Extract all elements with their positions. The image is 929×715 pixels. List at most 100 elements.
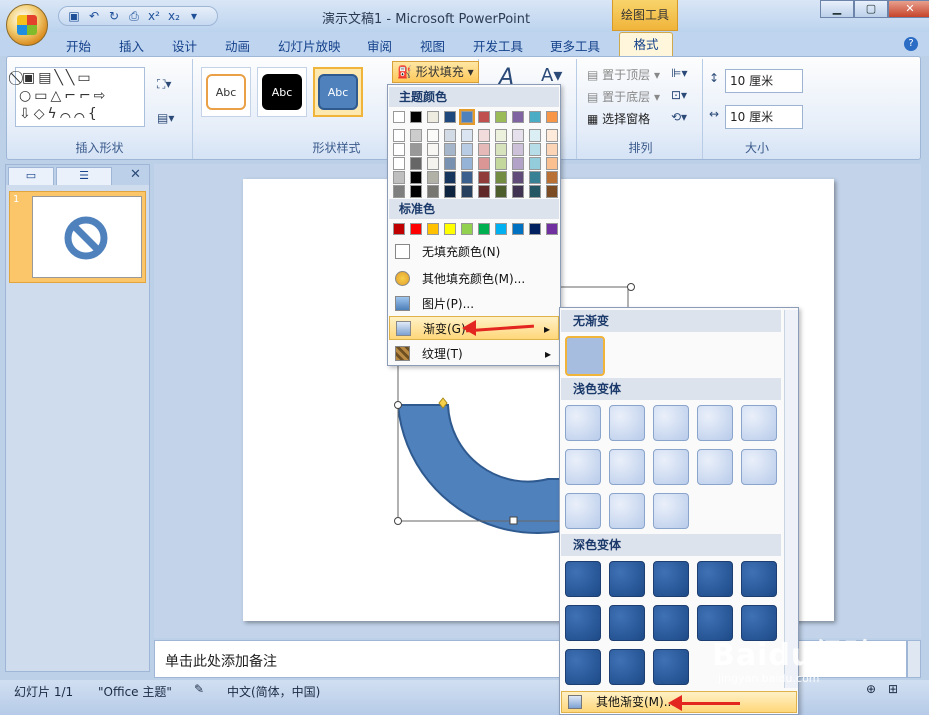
edit-shape-icon[interactable]: ⛶▾ (157, 77, 171, 92)
theme-color-shade[interactable] (529, 129, 541, 142)
more-colors-item[interactable]: 其他填充颜色(M)... (389, 267, 559, 291)
theme-color-shade[interactable] (444, 157, 456, 170)
slide-thumbnail[interactable]: 1 (9, 191, 146, 283)
theme-color-shade[interactable] (478, 171, 490, 184)
light-gradient-swatch[interactable] (741, 405, 777, 441)
dark-gradient-swatch[interactable] (609, 649, 645, 685)
light-gradient-swatch[interactable] (609, 405, 645, 441)
textbox-icon[interactable]: ▤▾ (157, 111, 174, 125)
no-fill-item[interactable]: 无填充颜色(N) (389, 240, 559, 264)
dark-gradient-swatch[interactable] (565, 649, 601, 685)
theme-color-shade[interactable] (512, 143, 524, 156)
theme-color-shade[interactable] (410, 157, 422, 170)
theme-color-shade[interactable] (427, 129, 439, 142)
theme-color-shade[interactable] (393, 157, 405, 170)
notes-scrollbar[interactable] (907, 640, 921, 678)
light-gradient-swatch[interactable] (565, 449, 601, 485)
theme-color-shade[interactable] (495, 129, 507, 142)
theme-color-shade[interactable] (512, 157, 524, 170)
theme-color-swatch[interactable] (393, 111, 405, 123)
spellcheck-icon[interactable]: ✎ (194, 682, 204, 696)
fit-window-icon[interactable]: ⊞ (888, 682, 898, 696)
dark-gradient-swatch[interactable] (741, 561, 777, 597)
help-icon[interactable]: ? (904, 37, 918, 51)
dark-gradient-swatch[interactable] (609, 605, 645, 641)
tab-design[interactable]: 设计 (172, 36, 197, 55)
theme-color-shade[interactable] (495, 171, 507, 184)
resize-handle[interactable] (627, 283, 635, 291)
maximize-button[interactable]: ▢ (854, 0, 888, 18)
undo-icon[interactable]: ↶ (87, 9, 101, 23)
theme-color-swatch[interactable] (512, 111, 524, 123)
style-white-orange[interactable]: Abc (201, 67, 251, 117)
texture-item[interactable]: 纹理(T) ▸ (389, 342, 559, 366)
tab-home[interactable]: 开始 (66, 36, 91, 55)
theme-color-swatch[interactable] (410, 111, 422, 123)
tab-developer[interactable]: 开发工具 (473, 36, 523, 55)
theme-color-swatch[interactable] (495, 111, 507, 123)
tab-more-tools[interactable]: 更多工具 (550, 36, 600, 55)
dark-gradient-swatch[interactable] (653, 561, 689, 597)
tab-review[interactable]: 审阅 (367, 36, 392, 55)
theme-color-swatch[interactable] (459, 109, 475, 125)
theme-color-shade[interactable] (461, 143, 473, 156)
tab-animation[interactable]: 动画 (225, 36, 250, 55)
standard-color-swatch[interactable] (444, 223, 456, 235)
theme-color-swatch[interactable] (546, 111, 558, 123)
send-back-button[interactable]: ▤ 置于底层 ▾ (587, 88, 660, 105)
theme-color-shade[interactable] (444, 143, 456, 156)
light-gradient-swatch[interactable] (565, 405, 601, 441)
print-preview-icon[interactable]: ⎙ (127, 9, 141, 23)
no-gradient-swatch[interactable] (565, 336, 605, 376)
theme-color-shade[interactable] (495, 143, 507, 156)
dark-gradient-swatch[interactable] (697, 561, 733, 597)
theme-color-shade[interactable] (410, 185, 422, 198)
zoom-in-icon[interactable]: ⊕ (866, 682, 876, 696)
standard-color-swatch[interactable] (461, 223, 473, 235)
theme-color-shade[interactable] (461, 185, 473, 198)
minimize-button[interactable]: ▁ (820, 0, 854, 18)
dark-gradient-swatch[interactable] (653, 605, 689, 641)
theme-color-shade[interactable] (512, 129, 524, 142)
theme-color-shade[interactable] (461, 129, 473, 142)
light-gradient-swatch[interactable] (697, 405, 733, 441)
standard-color-swatch[interactable] (393, 223, 405, 235)
theme-color-shade[interactable] (427, 185, 439, 198)
theme-color-shade[interactable] (529, 143, 541, 156)
superscript-icon[interactable]: x² (147, 9, 161, 23)
theme-color-shade[interactable] (444, 129, 456, 142)
light-gradient-swatch[interactable] (741, 449, 777, 485)
theme-color-shade[interactable] (393, 185, 405, 198)
redo-icon[interactable]: ↻ (107, 9, 121, 23)
standard-color-swatch[interactable] (410, 223, 422, 235)
group-icon[interactable]: ⊡▾ (671, 88, 687, 102)
light-gradient-swatch[interactable] (653, 493, 689, 529)
theme-color-shade[interactable] (529, 171, 541, 184)
theme-color-swatch[interactable] (478, 111, 490, 123)
theme-color-shade[interactable] (393, 143, 405, 156)
light-gradient-swatch[interactable] (565, 493, 601, 529)
theme-color-shade[interactable] (427, 171, 439, 184)
customize-qat-icon[interactable]: ▾ (187, 9, 201, 23)
close-pane-icon[interactable]: ✕ (130, 167, 141, 182)
tab-outline[interactable]: ☰ (56, 167, 112, 185)
theme-color-shade[interactable] (546, 157, 558, 170)
theme-color-shade[interactable] (478, 185, 490, 198)
tab-slideshow[interactable]: 幻灯片放映 (278, 36, 341, 55)
standard-color-swatch[interactable] (427, 223, 439, 235)
text-fill-icon[interactable]: A▾ (541, 65, 562, 86)
resize-handle[interactable] (394, 517, 402, 525)
theme-color-shade[interactable] (444, 171, 456, 184)
align-icon[interactable]: ⊫▾ (671, 66, 687, 80)
width-input[interactable]: 10 厘米 (725, 105, 803, 129)
theme-color-shade[interactable] (546, 171, 558, 184)
theme-color-shade[interactable] (495, 185, 507, 198)
resize-handle[interactable] (394, 401, 402, 409)
style-blue-selected[interactable]: Abc (313, 67, 363, 117)
resize-handle[interactable] (509, 516, 518, 525)
theme-color-shade[interactable] (546, 185, 558, 198)
standard-color-swatch[interactable] (512, 223, 524, 235)
theme-color-shade[interactable] (546, 143, 558, 156)
tab-view[interactable]: 视图 (420, 36, 445, 55)
dark-gradient-swatch[interactable] (609, 561, 645, 597)
